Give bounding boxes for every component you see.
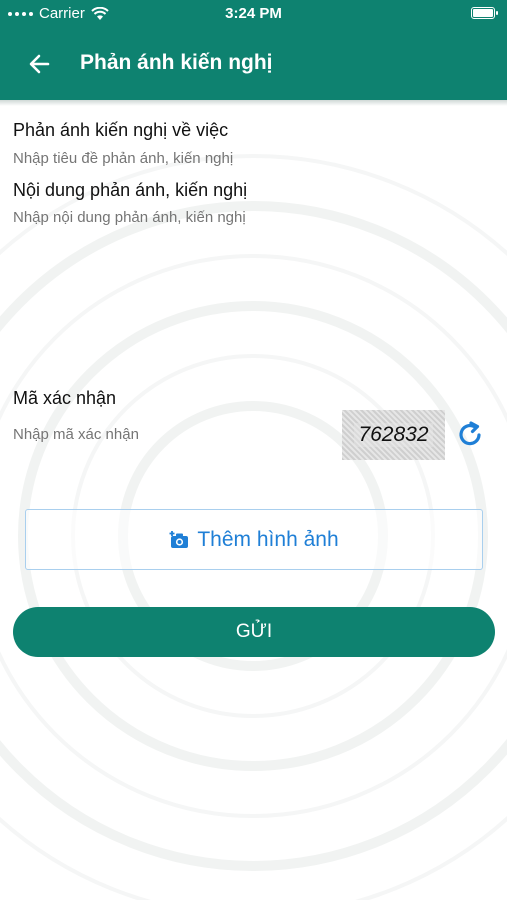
submit-button[interactable]: GỬI [13, 607, 495, 657]
subject-label: Phản ánh kiến nghị về việc [13, 120, 229, 140]
refresh-icon[interactable] [455, 420, 485, 450]
camera-plus-icon [169, 530, 189, 548]
captcha-label: Mã xác nhận [13, 388, 117, 408]
battery-icon [471, 7, 498, 19]
add-image-label: Thêm hình ảnh [197, 527, 339, 551]
content-label: Nội dung phản ánh, kiến nghị [13, 180, 248, 200]
captcha-input[interactable] [13, 426, 313, 443]
status-bar: Carrier 3:24 PM [0, 0, 507, 28]
page-title: Phản ánh kiến nghị [80, 51, 273, 74]
nav-header: Phản ánh kiến nghị [0, 36, 507, 92]
app-header-bar: Carrier 3:24 PM Phản ánh kiến nghị [0, 0, 507, 100]
captcha-image: 762832 [342, 410, 445, 460]
submit-label: GỬI [235, 621, 273, 642]
content-textarea[interactable] [13, 209, 493, 359]
header-shadow [0, 100, 507, 106]
captcha-code: 762832 [354, 423, 433, 447]
add-image-button[interactable]: Thêm hình ảnh [25, 509, 483, 570]
arrow-left-icon[interactable] [26, 50, 54, 78]
status-time: 3:24 PM [225, 5, 282, 22]
subject-input[interactable] [13, 150, 493, 167]
